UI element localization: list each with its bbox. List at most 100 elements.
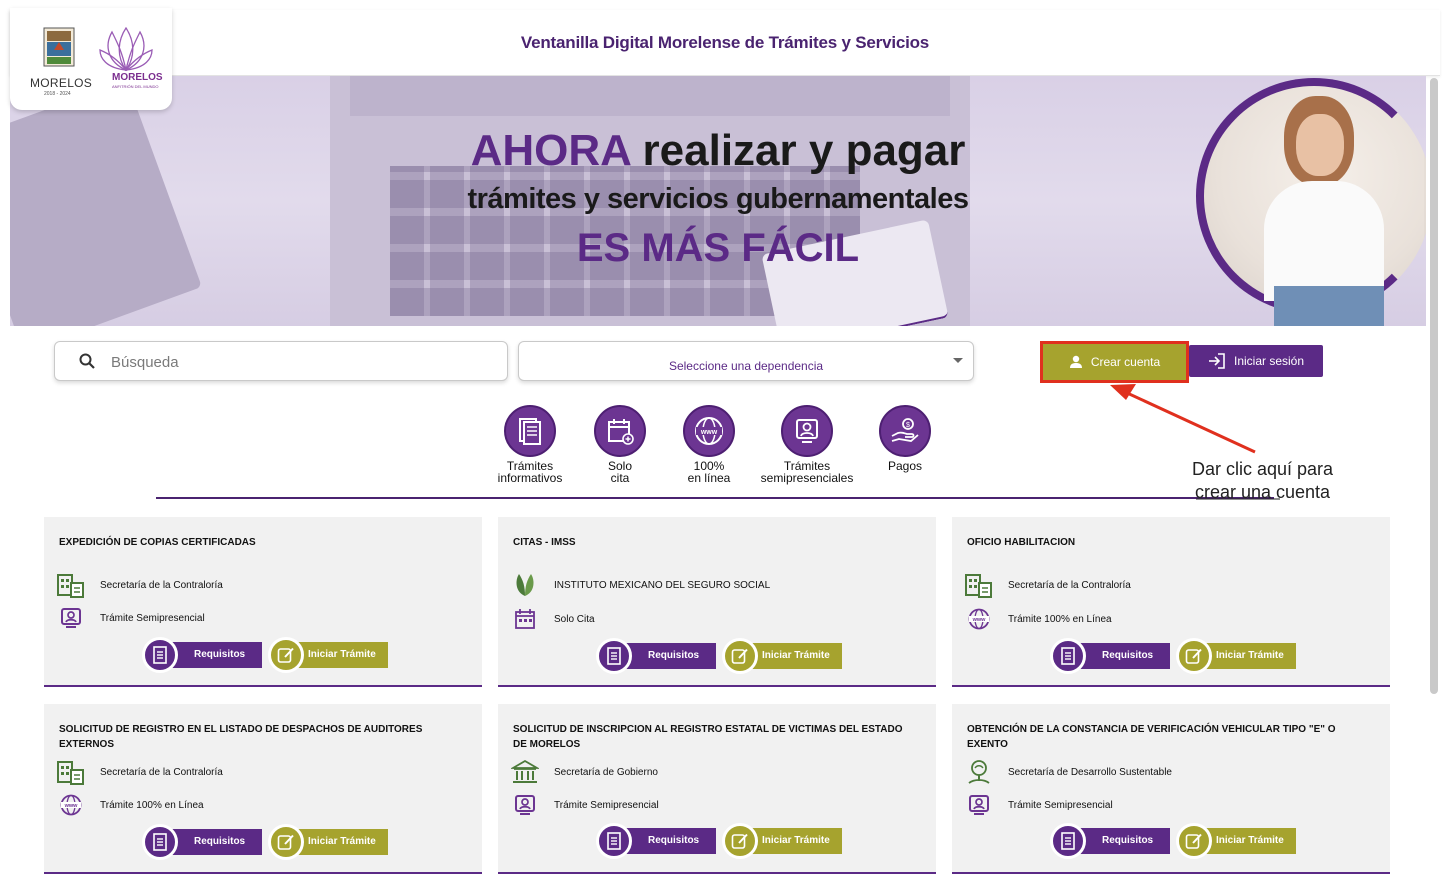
login-button[interactable]: Iniciar sesión	[1189, 345, 1323, 377]
checklist-icon	[142, 824, 178, 860]
search-box[interactable]	[54, 341, 508, 381]
service-card: SOLICITUD DE REGISTRO EN EL LISTADO DE D…	[44, 704, 482, 874]
category-informative[interactable]: Trámites informativos	[480, 405, 580, 484]
logo-right-tagline: ANFITRIÓN DEL MUNDO	[112, 84, 159, 89]
globe-www-icon: www	[964, 606, 994, 632]
service-card: OBTENCIÓN DE LA CONSTANCIA DE VERIFICACI…	[952, 704, 1390, 874]
category-label-line2: en línea	[687, 471, 731, 485]
top-bar: Ventanilla Digital Morelense de Trámites…	[10, 10, 1440, 76]
service-card-type: www Trámite 100% en Línea	[964, 606, 1112, 632]
annotation-line1: Dar clic aquí para	[1191, 459, 1334, 479]
globe-www-icon: www	[683, 405, 735, 457]
service-card: OFICIO HABILITACION Secretaría de la Con…	[952, 517, 1390, 687]
service-card-title: CITAS - IMSS	[513, 537, 576, 548]
search-icon	[79, 353, 95, 369]
service-card-type-text: Trámite Semipresencial	[100, 612, 205, 624]
edit-icon	[268, 637, 304, 673]
start-procedure-label: Iniciar Trámite	[308, 649, 376, 660]
category-divider	[156, 497, 1274, 499]
login-icon	[1208, 353, 1225, 369]
logo-left-years: 2018 - 2024	[44, 91, 71, 97]
service-card: CITAS - IMSS INSTITUTO MEXICANO DEL SEGU…	[498, 517, 936, 687]
start-procedure-button[interactable]: Iniciar Trámite	[722, 823, 842, 859]
document-icon	[504, 405, 556, 457]
person-screen-icon	[510, 792, 540, 818]
page-scrollbar[interactable]	[1430, 78, 1438, 694]
category-payments[interactable]: $ Pagos	[855, 405, 955, 472]
person-screen-icon	[964, 792, 994, 818]
checklist-icon	[142, 637, 178, 673]
service-card-dependency-text: Secretaría de la Contraloría	[100, 579, 223, 591]
hero-banner: AHORA realizar y pagar trámites y servic…	[10, 76, 1426, 326]
start-procedure-label: Iniciar Trámite	[1216, 650, 1284, 661]
annotation-line2: crear una cuenta	[1194, 482, 1331, 502]
service-card-dependency: Secretaría de Desarrollo Sustentable	[964, 759, 1172, 785]
leaf-icon	[510, 572, 540, 598]
service-card-type-text: Trámite Semipresencial	[1008, 799, 1113, 811]
annotation-text: Dar clic aquí para crear una cuenta	[1180, 458, 1345, 504]
create-account-button[interactable]: Crear cuenta	[1040, 341, 1189, 383]
service-card: SOLICITUD DE INSCRIPCION AL REGISTRO EST…	[498, 704, 936, 874]
calendar-icon	[594, 405, 646, 457]
svg-text:$: $	[906, 422, 910, 429]
requirements-button[interactable]: Requisitos	[596, 823, 716, 859]
requirements-label: Requisitos	[648, 650, 700, 661]
category-online[interactable]: www 100% en línea	[659, 405, 759, 484]
person-screen-icon	[56, 605, 86, 631]
start-procedure-button[interactable]: Iniciar Trámite	[1176, 638, 1296, 674]
requirements-button[interactable]: Requisitos	[1050, 638, 1170, 674]
svg-text:www: www	[64, 803, 79, 809]
category-label-line2: informativos	[497, 471, 563, 485]
service-card-dependency-text: Secretaría de Desarrollo Sustentable	[1008, 766, 1172, 778]
dependency-select[interactable]: Seleccione una dependencia	[518, 341, 974, 381]
requirements-button[interactable]: Requisitos	[1050, 823, 1170, 859]
service-card-type: Solo Cita	[510, 606, 595, 632]
service-card-dependency-text: INSTITUTO MEXICANO DEL SEGURO SOCIAL	[554, 579, 771, 591]
edit-icon	[1176, 823, 1212, 859]
checklist-icon	[596, 823, 632, 859]
hero-heading-rest: realizar y pagar	[630, 126, 966, 175]
building-doc-icon	[56, 759, 86, 785]
service-card-type: Trámite Semipresencial	[56, 605, 205, 631]
service-card-dependency: Secretaría de la Contraloría	[56, 572, 223, 598]
logo-left-name: MORELOS	[30, 76, 93, 90]
requirements-button[interactable]: Requisitos	[142, 824, 262, 860]
requirements-label: Requisitos	[648, 835, 700, 846]
search-input[interactable]	[111, 351, 491, 373]
start-procedure-button[interactable]: Iniciar Trámite	[268, 824, 388, 860]
category-semi-presencial[interactable]: Trámites semipresenciales	[757, 405, 857, 484]
dependency-select-value: Seleccione una dependencia	[668, 359, 824, 373]
start-procedure-button[interactable]: Iniciar Trámite	[268, 637, 388, 673]
service-card-dependency: Secretaría de la Contraloría	[964, 572, 1131, 598]
login-label: Iniciar sesión	[1233, 354, 1305, 368]
service-card-type: Trámite Semipresencial	[964, 792, 1113, 818]
start-procedure-label: Iniciar Trámite	[1216, 835, 1284, 846]
start-procedure-button[interactable]: Iniciar Trámite	[722, 638, 842, 674]
start-procedure-label: Iniciar Trámite	[308, 836, 376, 847]
service-card-dependency: Secretaría de la Contraloría	[56, 759, 223, 785]
service-card-dependency-text: Secretaría de la Contraloría	[1008, 579, 1131, 591]
requirements-label: Requisitos	[1102, 835, 1154, 846]
checklist-icon	[1050, 638, 1086, 674]
start-procedure-button[interactable]: Iniciar Trámite	[1176, 823, 1296, 859]
person-screen-icon	[781, 405, 833, 457]
category-label-line1: Pagos	[887, 459, 923, 473]
service-card-title: SOLICITUD DE INSCRIPCION AL REGISTRO EST…	[513, 724, 903, 750]
category-appointment[interactable]: Solo cita	[570, 405, 670, 484]
requirements-button[interactable]: Requisitos	[142, 637, 262, 673]
logo-right-name: MORELOS	[112, 72, 163, 83]
government-logo[interactable]: MORELOS 2018 - 2024 MORELOS ANFITRIÓN DE…	[10, 8, 172, 110]
category-label-line2: cita	[610, 471, 630, 485]
requirements-button[interactable]: Requisitos	[596, 638, 716, 674]
service-card-dependency-text: Secretaría de la Contraloría	[100, 766, 223, 778]
calendar-icon	[510, 606, 540, 632]
service-card: EXPEDICIÓN DE COPIAS CERTIFICADAS Secret…	[44, 517, 482, 687]
service-card-type: Trámite Semipresencial	[510, 792, 659, 818]
hand-coin-icon: $	[879, 405, 931, 457]
service-card-title: SOLICITUD DE REGISTRO EN EL LISTADO DE D…	[59, 724, 423, 750]
morelos-flower-icon	[99, 26, 153, 72]
service-card-title: EXPEDICIÓN DE COPIAS CERTIFICADAS	[59, 537, 256, 548]
service-card-type-text: Solo Cita	[554, 613, 595, 625]
service-card-type: www Trámite 100% en Línea	[56, 792, 204, 818]
checklist-icon	[1050, 823, 1086, 859]
